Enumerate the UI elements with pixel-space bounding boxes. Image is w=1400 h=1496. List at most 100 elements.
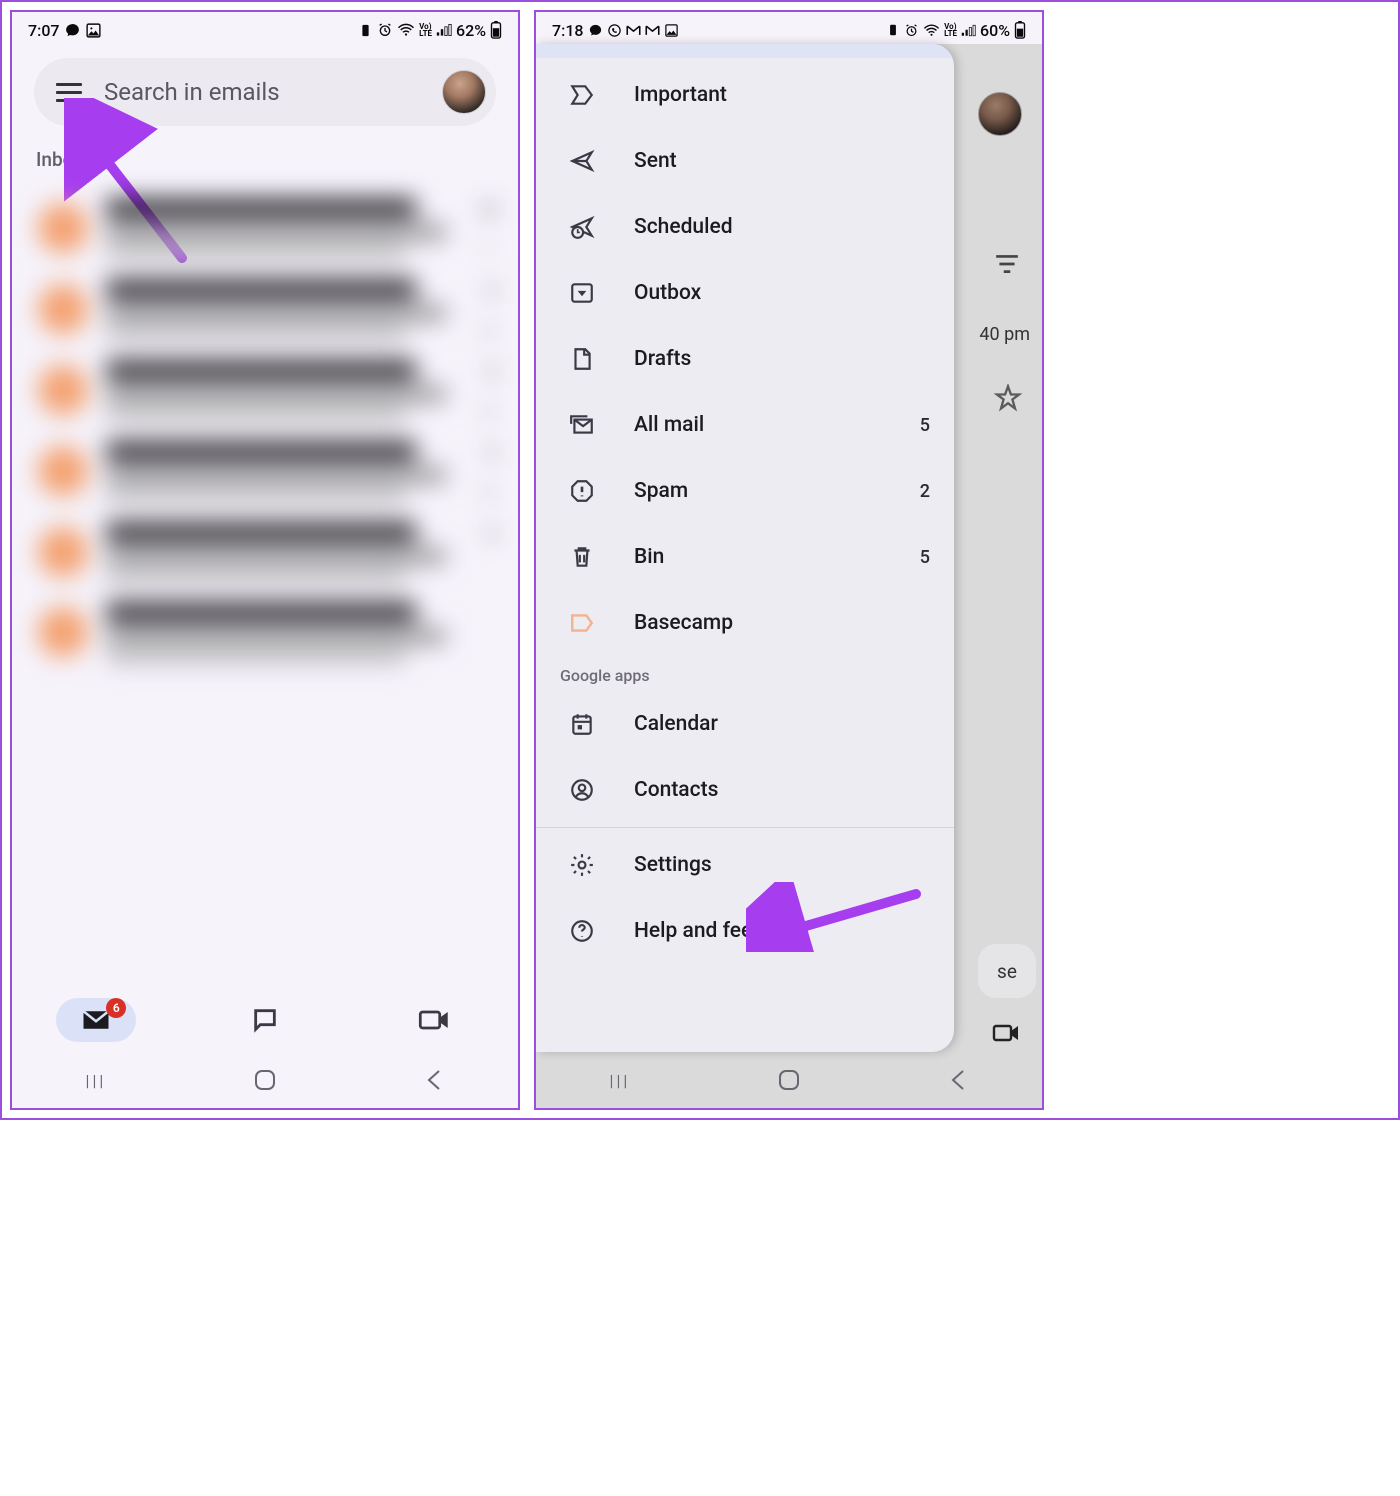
drawer-item-label: Outbox — [634, 281, 701, 305]
gmail-m-icon — [626, 24, 641, 37]
calendar-icon — [568, 711, 596, 737]
gmail-m-icon — [645, 24, 660, 37]
status-bar: 7:18 Vo)LTE 60% — [536, 12, 1042, 44]
chat-bubble-icon — [64, 22, 81, 39]
sent-icon — [568, 148, 596, 174]
drawer-item-help-and-feedback[interactable]: Help and feedback — [536, 898, 954, 964]
battery-percent: 60% — [980, 21, 1010, 40]
drawer-item-settings[interactable]: Settings — [536, 832, 954, 898]
battery-saver-icon — [358, 23, 373, 38]
email-time: 40 pm — [979, 324, 1030, 345]
drawer-item-label: Help and feedback — [634, 919, 809, 943]
drawer-item-count: 5 — [920, 547, 930, 568]
drawer-item-label: Calendar — [634, 712, 718, 736]
drawer-item-important[interactable]: Important — [536, 62, 954, 128]
video-icon — [992, 1022, 1020, 1044]
battery-icon — [1014, 21, 1026, 39]
avatar[interactable] — [442, 70, 486, 114]
wifi-icon — [923, 24, 940, 37]
drawer-item-label: Bin — [634, 545, 664, 569]
drawer-item-outbox[interactable]: Outbox — [536, 260, 954, 326]
drawer-item-contacts[interactable]: Contacts — [536, 757, 954, 823]
volte-icon: Vo)LTE — [419, 23, 432, 37]
signal-icon — [961, 24, 976, 37]
drawer-item-all-mail[interactable]: All mail 5 — [536, 392, 954, 458]
email-item[interactable]: n▸ — [12, 270, 518, 351]
drawer-item-label: Settings — [634, 853, 712, 877]
drawer-item-label: Spam — [634, 479, 688, 503]
nav-mail[interactable]: 6 — [56, 998, 136, 1042]
email-item[interactable]: m☆ — [12, 189, 518, 270]
system-nav: ||| — [12, 1052, 518, 1108]
drafts-icon — [568, 346, 596, 372]
compose-button: se — [978, 944, 1036, 998]
phone-right: 7:18 Vo)LTE 60% 40 pm se Important Sent Sc… — [534, 10, 1044, 1110]
email-item[interactable]: n▸ — [12, 351, 518, 432]
whatsapp-icon — [607, 23, 622, 38]
video-icon — [418, 1007, 450, 1033]
search-bar[interactable]: Search in emails — [34, 58, 496, 126]
nav-chat[interactable] — [225, 998, 305, 1042]
drawer-item-label: Basecamp — [634, 611, 733, 635]
drawer-item-count: 2 — [920, 481, 930, 502]
contacts-icon — [568, 777, 596, 803]
drawer-item-scheduled[interactable]: Scheduled — [536, 194, 954, 260]
back-button[interactable] — [948, 1068, 968, 1092]
avatar — [978, 92, 1022, 136]
filter-icon — [994, 254, 1020, 274]
battery-icon — [490, 21, 502, 39]
scheduled-icon — [568, 214, 596, 240]
drawer-item-label: Sent — [634, 149, 677, 173]
help-icon — [568, 918, 596, 944]
battery-percent: 62% — [456, 21, 486, 40]
picture-icon — [85, 22, 102, 39]
nav-meet[interactable] — [394, 998, 474, 1042]
status-time: 7:07 — [28, 21, 60, 40]
email-item[interactable]: n — [12, 513, 518, 593]
drawer-item-count: 5 — [920, 415, 930, 436]
spam-icon — [568, 478, 596, 504]
drawer-section-google: Google apps — [536, 656, 954, 691]
drawer-item-calendar[interactable]: Calendar — [536, 691, 954, 757]
status-bar: 7:07 Vo)LTE 62% — [12, 12, 518, 44]
drawer-item-label: Drafts — [634, 347, 691, 371]
home-button[interactable] — [253, 1068, 277, 1092]
drawer-item-spam[interactable]: Spam 2 — [536, 458, 954, 524]
chat-icon — [251, 1006, 279, 1034]
picture-icon — [664, 23, 679, 38]
hamburger-menu-icon[interactable] — [56, 83, 82, 102]
navigation-drawer: Important Sent Scheduled Outbox Drafts All ma… — [536, 44, 954, 1052]
drawer-item-label: All mail — [634, 413, 704, 437]
recent-apps-button[interactable]: ||| — [610, 1071, 631, 1090]
home-button[interactable] — [777, 1068, 801, 1092]
system-nav: ||| — [536, 1052, 1042, 1108]
email-item[interactable]: n▸ — [12, 432, 518, 513]
email-item[interactable] — [12, 593, 518, 673]
drawer-item-basecamp[interactable]: Basecamp — [536, 590, 954, 656]
drawer-item-label: Contacts — [634, 778, 718, 802]
outbox-icon — [568, 280, 596, 306]
drawer-item-label: Important — [634, 83, 727, 107]
mail-badge: 6 — [106, 998, 126, 1018]
allmail-icon — [568, 412, 596, 438]
drawer-item-drafts[interactable]: Drafts — [536, 326, 954, 392]
bin-icon — [568, 544, 596, 570]
bottom-nav: 6 — [12, 990, 518, 1050]
wifi-icon — [397, 23, 415, 37]
search-input[interactable]: Search in emails — [104, 78, 420, 106]
alarm-icon — [377, 22, 393, 38]
alarm-icon — [904, 23, 919, 38]
recent-apps-button[interactable]: ||| — [86, 1071, 107, 1090]
battery-saver-icon — [886, 23, 900, 37]
important-icon — [568, 82, 596, 108]
label-icon — [568, 610, 596, 636]
email-list[interactable]: m☆ n▸ n▸ n▸ n — [12, 189, 518, 673]
drawer-item-bin[interactable]: Bin 5 — [536, 524, 954, 590]
status-time: 7:18 — [552, 21, 584, 40]
inbox-label: Inbox — [36, 148, 518, 171]
back-button[interactable] — [424, 1068, 444, 1092]
drawer-item-sent[interactable]: Sent — [536, 128, 954, 194]
star-icon — [994, 384, 1022, 412]
volte-icon: Vo)LTE — [944, 23, 957, 37]
drawer-item-label: Scheduled — [634, 215, 733, 239]
